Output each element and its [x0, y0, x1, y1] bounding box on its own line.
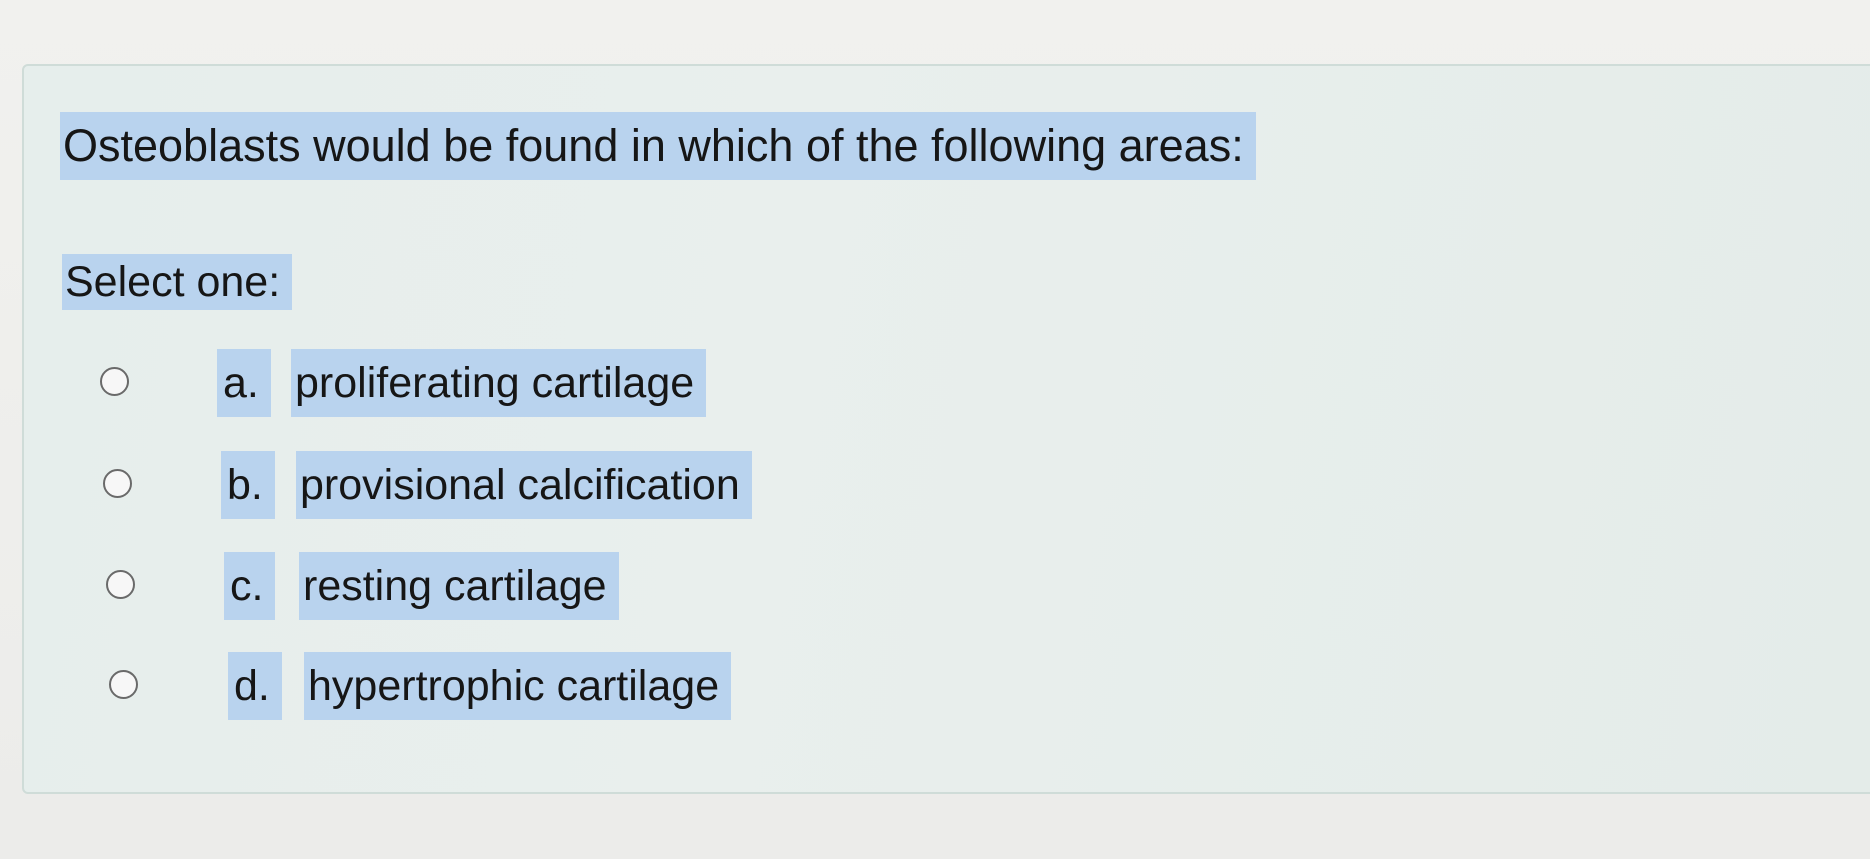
- answer-letter-a: a.: [217, 349, 271, 417]
- radio-button-d[interactable]: [109, 670, 138, 699]
- question-text: Osteoblasts would be found in which of t…: [60, 112, 1256, 180]
- select-one-prompt: Select one:: [62, 254, 293, 310]
- answer-text-a[interactable]: proliferating cartilage: [291, 349, 707, 417]
- radio-button-b[interactable]: [103, 469, 132, 498]
- answer-text-b[interactable]: provisional calcification: [296, 451, 752, 519]
- answer-letter-c: c.: [224, 552, 276, 620]
- answer-text-d[interactable]: hypertrophic cartilage: [304, 652, 732, 720]
- radio-button-c[interactable]: [106, 570, 135, 599]
- question-card: Osteoblasts would be found in which of t…: [22, 64, 1870, 794]
- quiz-page: Osteoblasts would be found in which of t…: [0, 0, 1870, 859]
- radio-button-a[interactable]: [100, 367, 129, 396]
- answer-letter-d: d.: [228, 652, 282, 720]
- answer-letter-b: b.: [221, 451, 275, 519]
- answer-text-c[interactable]: resting cartilage: [299, 552, 619, 620]
